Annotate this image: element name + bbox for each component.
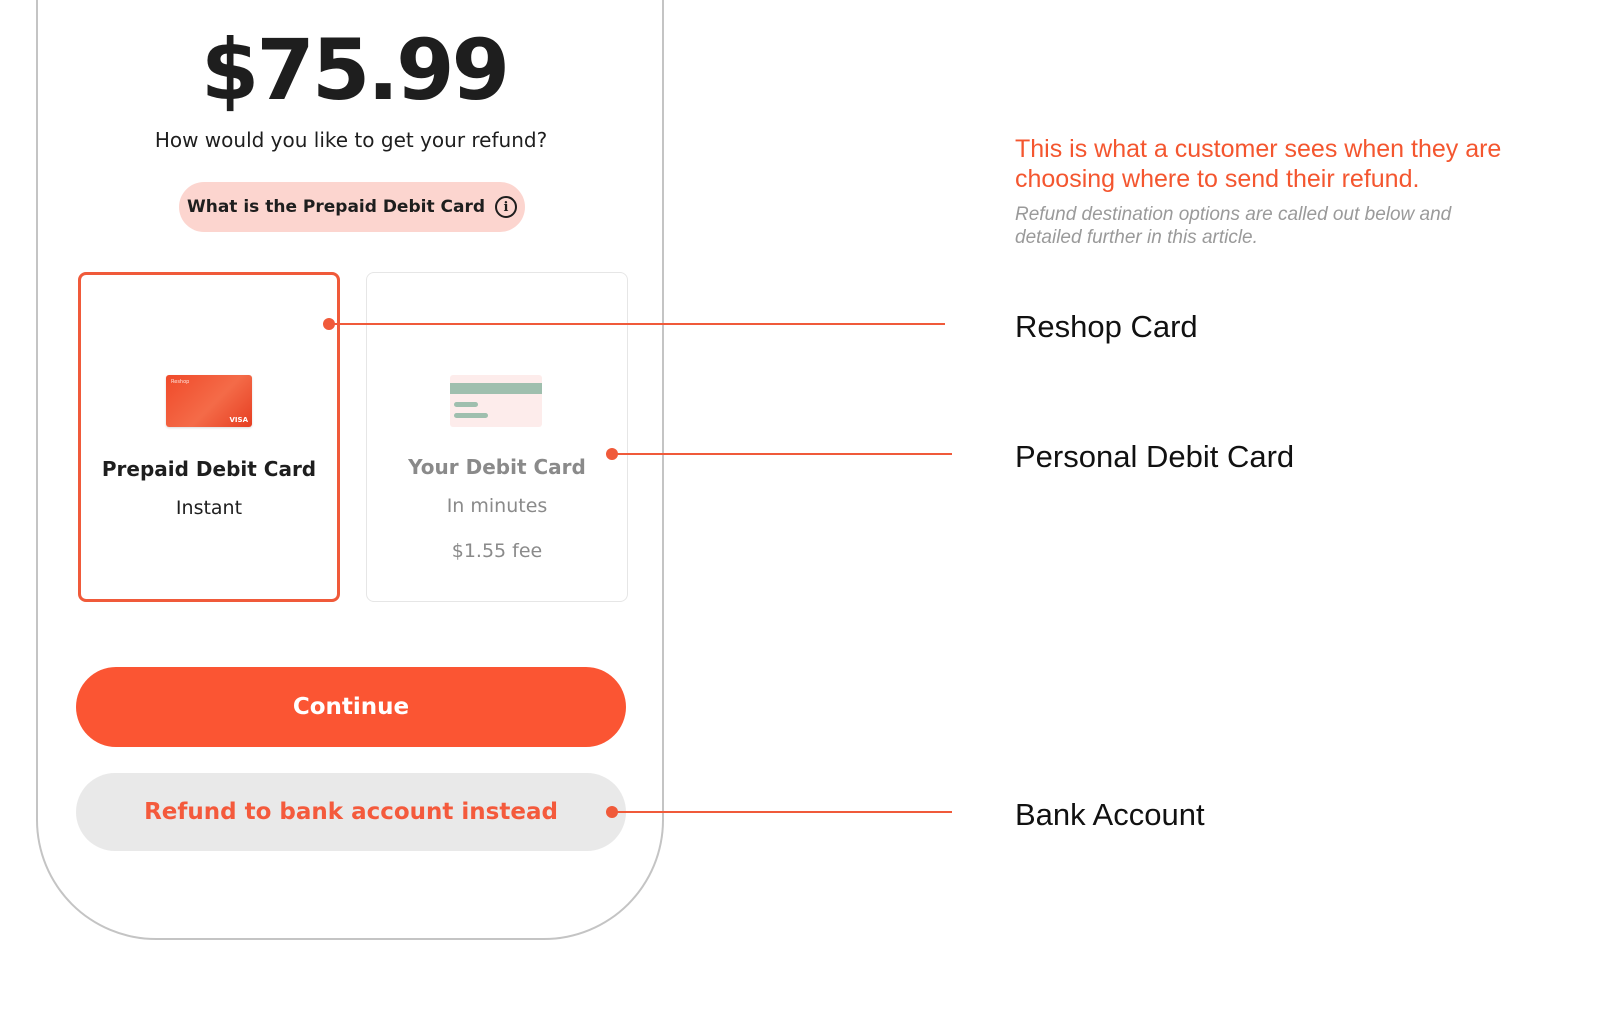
annotation-heading: This is what a customer sees when they a… <box>1015 135 1502 193</box>
callout-label-reshop-card: Reshop Card <box>1015 309 1198 344</box>
option-title: Prepaid Debit Card <box>101 457 317 481</box>
refund-amount: $75.99 <box>200 21 510 119</box>
debit-card-icon <box>450 375 542 427</box>
callout-label-personal-debit-card: Personal Debit Card <box>1015 439 1295 474</box>
card-network-text: VISA <box>229 416 248 424</box>
refund-question: How would you like to get your refund? <box>154 128 548 152</box>
option-title: Your Debit Card <box>408 455 586 479</box>
callout-dot-reshop-card <box>323 318 335 330</box>
callout-dot-bank-account <box>606 806 618 818</box>
option-subtitle: In minutes <box>446 495 548 517</box>
callout-line-personal-debit-card <box>612 453 952 455</box>
annotation-subtext: Refund destination options are called ou… <box>1015 204 1452 248</box>
card-line <box>454 413 488 418</box>
callout-line-bank-account <box>612 811 952 813</box>
card-line <box>454 402 478 407</box>
info-icon: i <box>495 196 518 218</box>
callout-dot-personal-debit-card <box>606 448 618 460</box>
option-your-debit-card[interactable]: Your Debit Card In minutes $1.55 fee <box>366 272 628 602</box>
continue-button[interactable]: Continue <box>76 667 626 747</box>
prepaid-card-icon: Reshop VISA <box>166 375 252 427</box>
option-fee: $1.55 fee <box>451 540 543 562</box>
card-brand-text: Reshop <box>171 379 190 385</box>
option-subtitle: Instant <box>175 497 243 519</box>
callout-line-reshop-card <box>330 323 945 325</box>
option-prepaid-debit-card[interactable]: Reshop VISA Prepaid Debit Card Instant <box>78 272 340 602</box>
annotated-screenshot: $75.99 How would you like to get your re… <box>0 0 1600 1030</box>
refund-to-bank-button[interactable]: Refund to bank account instead <box>76 773 626 851</box>
card-stripe <box>450 383 542 394</box>
callout-label-bank-account: Bank Account <box>1015 797 1205 832</box>
prepaid-card-info-button[interactable]: What is the Prepaid Debit Card i <box>179 182 525 232</box>
info-pill-label: What is the Prepaid Debit Card <box>186 197 486 217</box>
